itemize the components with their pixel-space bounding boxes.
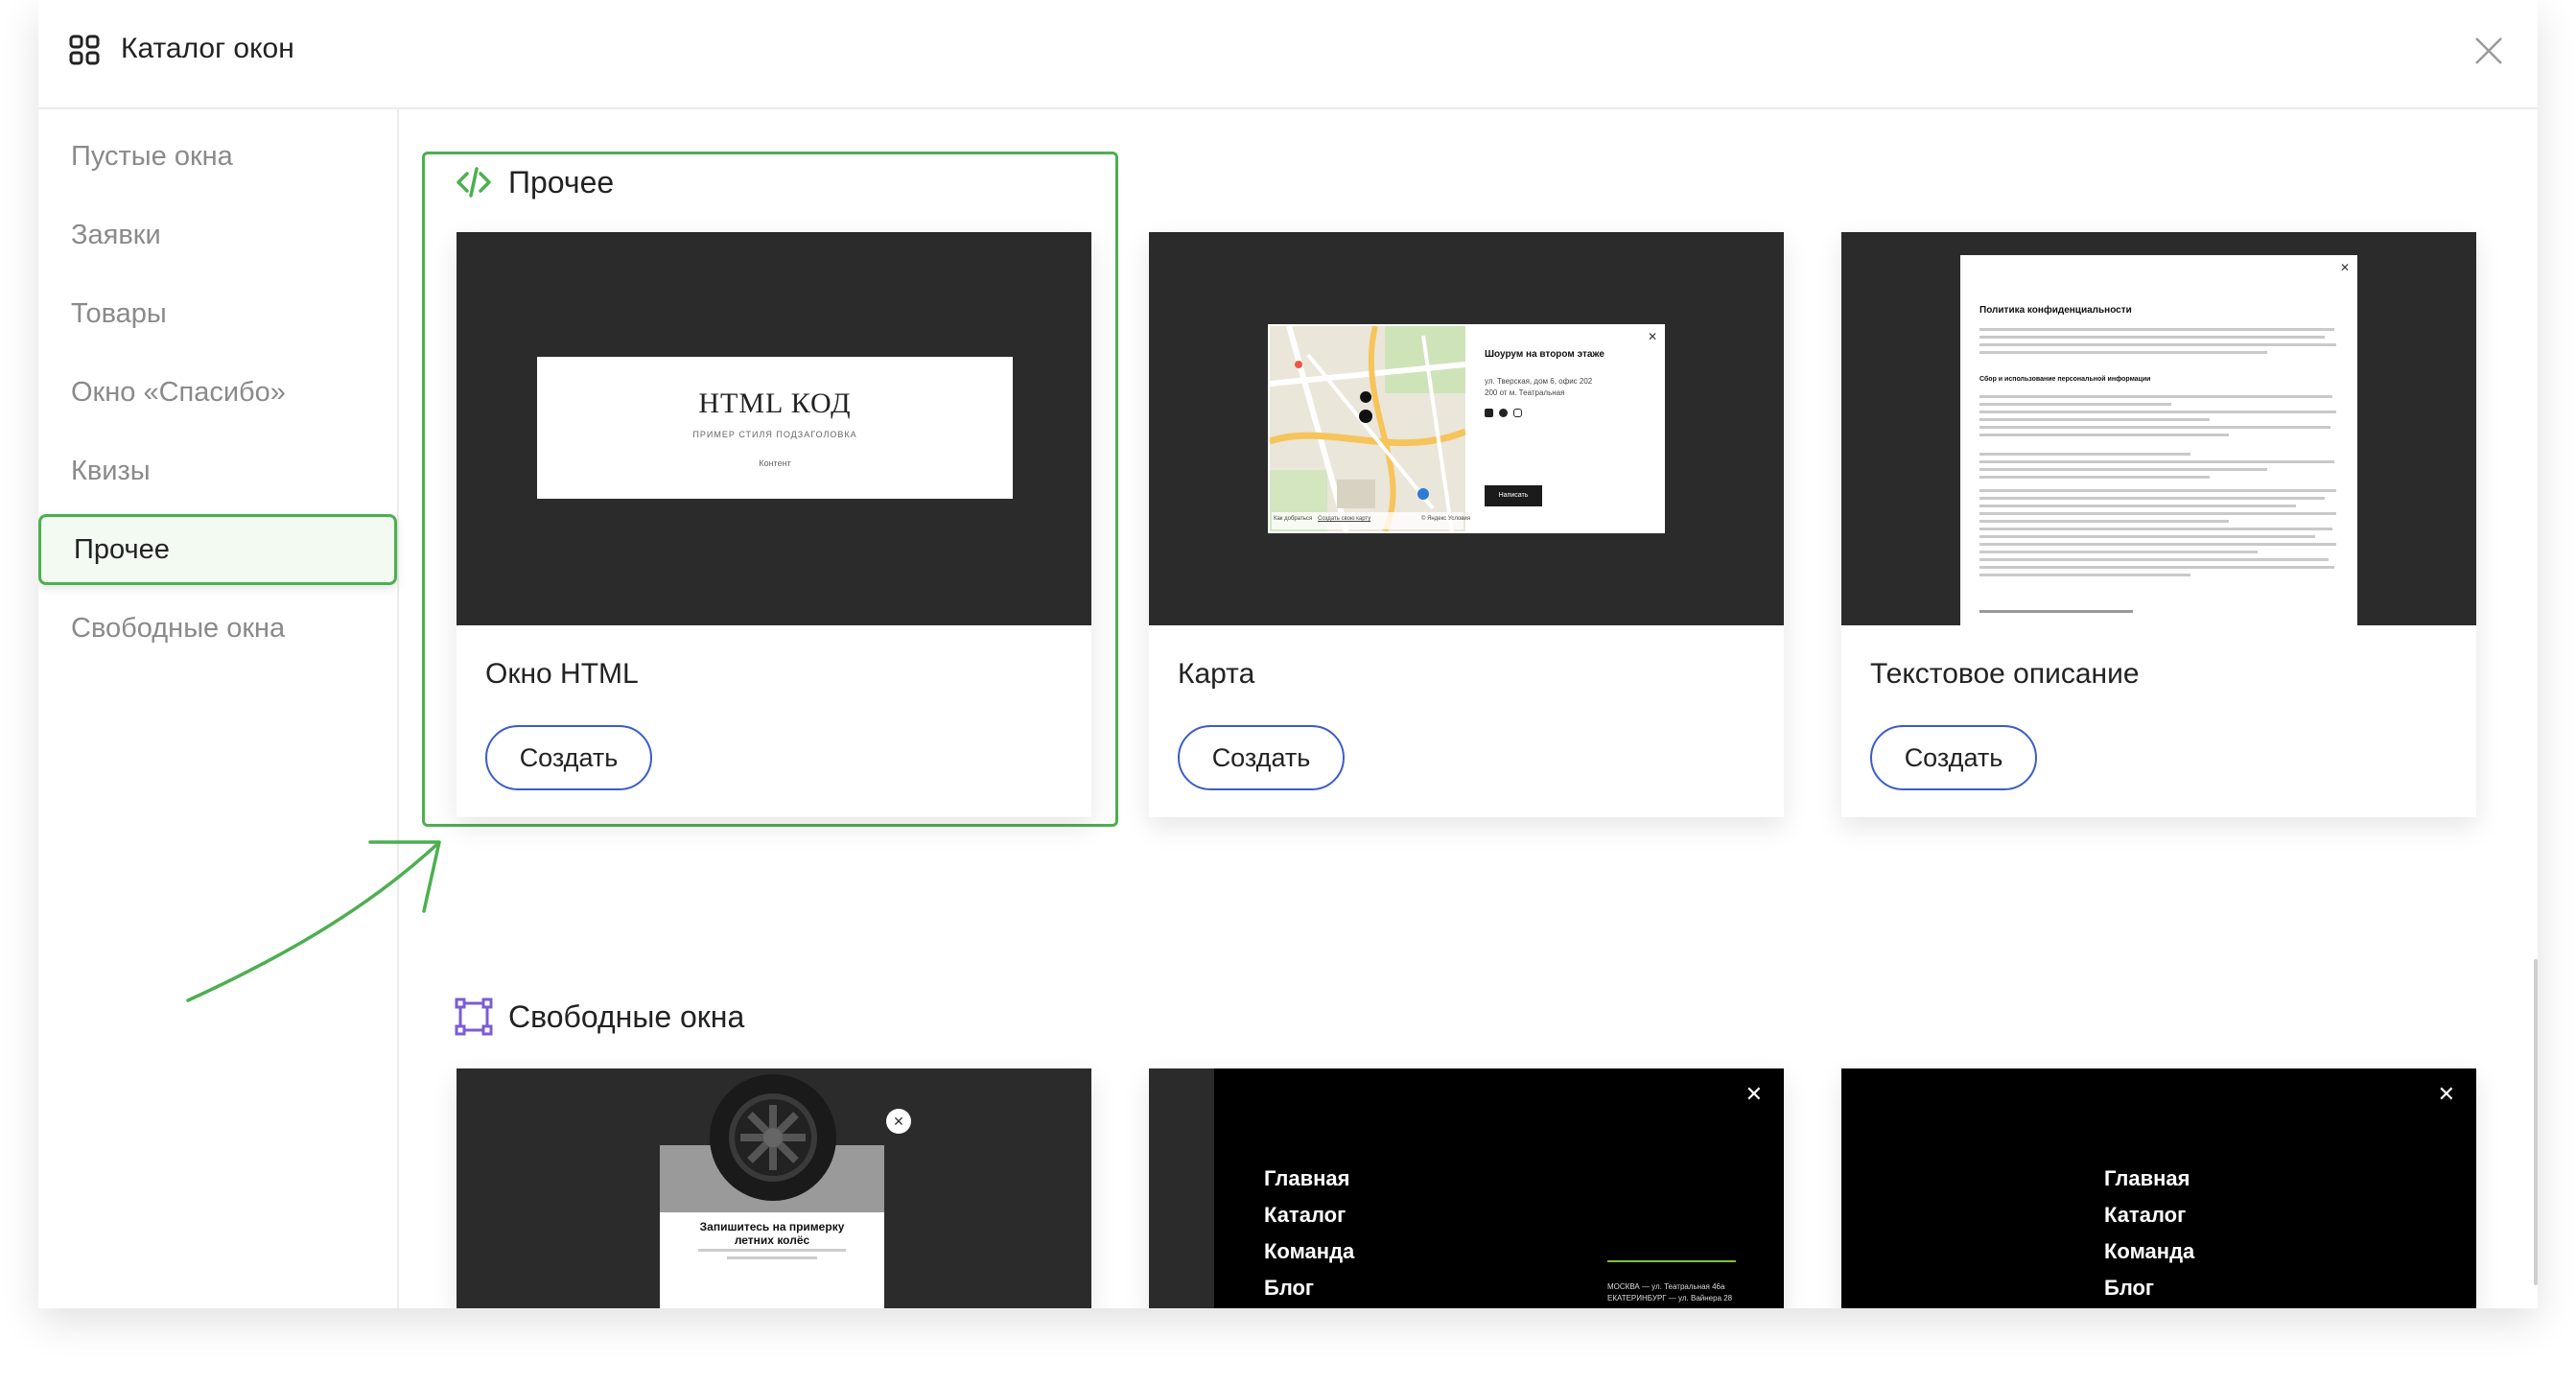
address-line: ЕКАТЕРИНБУРГ — ул. Вайнера 28 [1607,1294,1733,1303]
preview-nav: Главная Каталог Команда Блог [2104,1161,2194,1306]
nav-item: Главная [2104,1166,2190,1190]
close-icon: ✕ [1647,330,1657,343]
sidebar-item-free-windows[interactable]: Свободные окна [71,593,426,664]
window-catalog-modal: Каталог окон Пустые окна Заявки Товары О… [38,0,2538,1308]
divider [1607,1260,1736,1262]
social-icons [1485,409,1522,417]
map-popup-address: ул. Тверская, дом 6, офис 202 200 от м. … [1485,376,1648,399]
card-free-window[interactable]: ✕ Главная Каталог Команда Блог [1841,1068,2476,1308]
map-footer: Как добраться Создать свою карту [1274,516,1370,522]
map-yandex-label: © Яндекс Условия [1421,516,1471,522]
scrollbar[interactable] [2534,959,2538,1285]
close-icon[interactable] [2472,35,2505,67]
nav-item: Блог [1264,1276,1315,1300]
map-write-button: Написать [1485,485,1542,506]
map-popup-title: Шоурум на втором этаже [1485,349,1604,360]
preview-subheading: ПРИМЕР СТИЛЯ ПОДЗАГОЛОВКА [692,430,857,439]
preview-heading: HTML КОД [698,387,852,419]
card-text-description[interactable]: ✕ Политика конфиденциальности Сбор и исп… [1841,232,2476,817]
instagram-icon [1513,409,1522,417]
nav-item: Главная [1264,1166,1350,1190]
card-free-window[interactable]: Запишитесь на примерку летних колёс ✕ [457,1068,1091,1308]
address-line: МОСКВА — ул. Театральная 46а [1607,1282,1725,1291]
nav-item: Каталог [2104,1203,2187,1227]
card-map[interactable]: Шоурум на втором этаже ул. Тверская, дом… [1149,232,1784,817]
section-title-free-label: Свободные окна [508,998,745,1034]
doc-title: Политика конфиденциальности [1979,305,2132,316]
create-button[interactable]: Создать [1178,725,1345,790]
nav-item: Команда [1264,1239,1355,1263]
map-address-line: ул. Тверская, дом 6, офис 202 [1485,377,1593,386]
card-preview: ✕ Политика конфиденциальности Сбор и исп… [1841,232,2476,625]
close-icon: ✕ [2437,1082,2455,1106]
sidebar-item-empty-windows[interactable]: Пустые окна [71,121,426,192]
map-image [1270,326,1465,531]
facebook-icon [1499,409,1508,417]
card-html-window[interactable]: HTML КОД ПРИМЕР СТИЛЯ ПОДЗАГОЛОВКА Конте… [457,232,1091,817]
preview-nav: Главная Каталог Команда Блог [1264,1161,1354,1306]
modal-title: Каталог окон [121,33,294,64]
sidebar-item-quizzes[interactable]: Квизы [71,435,426,506]
preview-content: Контент [759,458,791,468]
frame-icon [455,998,493,1036]
preview-html-box: HTML КОД ПРИМЕР СТИЛЯ ПОДЗАГОЛОВКА Конте… [537,357,1013,499]
card-preview: Шоурум на втором этаже ул. Тверская, дом… [1149,232,1784,625]
section-title-free: Свободные окна [455,998,744,1036]
preview-heading: Запишитесь на примерку летних колёс [699,1220,845,1247]
nav-item: Каталог [1264,1203,1347,1227]
sidebar-item-requests[interactable]: Заявки [71,200,426,270]
card-name: Текстовое описание [1870,658,2140,690]
wheel-image [710,1074,836,1201]
close-icon: ✕ [2339,261,2350,274]
nav-item: Команда [2104,1239,2195,1263]
preview-document: ✕ Политика конфиденциальности Сбор и исп… [1960,255,2357,625]
card-preview: ✕ Главная Каталог Команда Блог МОСКВА — … [1149,1068,1784,1308]
map-create-link: Создать свою карту [1318,516,1371,522]
card-preview: ✕ Главная Каталог Команда Блог [1841,1068,2476,1308]
card-name: Карта [1178,658,1255,690]
map-metro-line: 200 от м. Театральная [1485,388,1565,397]
sidebar-item-thanks[interactable]: Окно «Спасибо» [71,357,426,428]
modal-header: Каталог окон [38,0,2538,109]
card-name: Окно HTML [485,658,639,690]
create-button[interactable]: Создать [1870,725,2037,790]
sidebar: Пустые окна Заявки Товары Окно «Спасибо»… [38,109,399,1308]
close-icon: ✕ [886,1109,911,1134]
card-preview: HTML КОД ПРИМЕР СТИЛЯ ПОДЗАГОЛОВКА Конте… [457,232,1091,625]
preview-map-popup: Шоурум на втором этаже ул. Тверская, дом… [1268,324,1665,533]
preview-addresses: МОСКВА — ул. Театральная 46а ЕКАТЕРИНБУР… [1607,1281,1732,1304]
doc-subheading: Сбор и использование персональной информ… [1979,376,2151,383]
nav-item: Блог [2104,1276,2155,1300]
mail-icon [1485,409,1493,417]
grid-icon [69,35,100,65]
card-free-window[interactable]: ✕ Главная Каталог Команда Блог МОСКВА — … [1149,1068,1784,1308]
sidebar-item-other[interactable]: Прочее [38,514,397,585]
create-button[interactable]: Создать [485,725,652,790]
map-route-link: Как добраться [1274,516,1313,522]
card-preview: Запишитесь на примерку летних колёс ✕ [457,1068,1091,1308]
close-icon: ✕ [1745,1082,1763,1106]
sidebar-item-products[interactable]: Товары [71,278,426,349]
